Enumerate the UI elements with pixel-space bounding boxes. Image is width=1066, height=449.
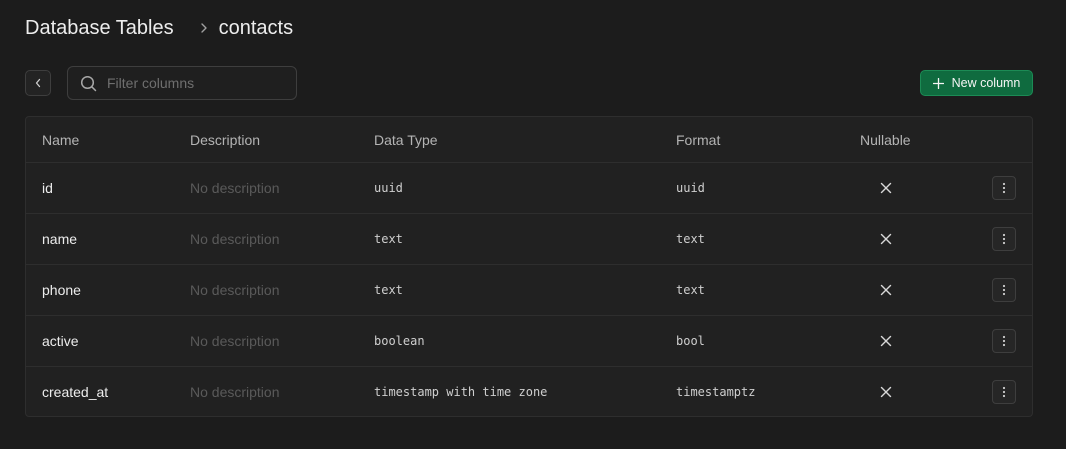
column-description: No description xyxy=(190,282,280,298)
new-column-label: New column xyxy=(951,76,1021,90)
column-name: id xyxy=(42,180,53,196)
chevron-left-icon xyxy=(34,78,42,88)
row-actions xyxy=(992,367,1016,416)
more-vertical-icon[interactable] xyxy=(992,380,1016,404)
table-row: name No description text text xyxy=(26,214,1032,265)
header-data-type: Data Type xyxy=(374,131,438,148)
breadcrumb: Database Tables contacts xyxy=(25,14,293,42)
column-description: No description xyxy=(190,180,280,196)
x-icon xyxy=(879,316,893,366)
column-format: uuid xyxy=(676,181,705,195)
column-description: No description xyxy=(190,384,280,400)
column-description: No description xyxy=(190,333,280,349)
table-row: active No description boolean bool xyxy=(26,316,1032,367)
column-name: phone xyxy=(42,282,81,298)
x-icon xyxy=(879,367,893,416)
table-header-row: Name Description Data Type Format Nullab… xyxy=(26,117,1032,163)
row-actions xyxy=(992,163,1016,213)
new-column-button[interactable]: New column xyxy=(920,70,1033,96)
chevron-right-icon xyxy=(200,23,208,33)
column-format: bool xyxy=(676,334,705,348)
more-vertical-icon[interactable] xyxy=(992,227,1016,251)
column-data-type: uuid xyxy=(374,181,403,195)
columns-table: Name Description Data Type Format Nullab… xyxy=(25,116,1033,417)
table-row: created_at No description timestamp with… xyxy=(26,367,1032,416)
search-icon xyxy=(80,75,97,92)
column-name: name xyxy=(42,231,78,247)
x-icon xyxy=(879,214,893,264)
filter-columns-input[interactable] xyxy=(107,71,287,95)
column-format: timestamptz xyxy=(676,385,756,399)
more-vertical-icon[interactable] xyxy=(992,176,1016,200)
header-nullable: Nullable xyxy=(860,131,911,148)
breadcrumb-database-tables[interactable]: Database Tables xyxy=(25,17,174,40)
row-actions xyxy=(992,214,1016,264)
row-actions xyxy=(992,316,1016,366)
column-name: active xyxy=(42,333,79,349)
back-button[interactable] xyxy=(25,70,51,96)
filter-columns-search[interactable] xyxy=(67,66,297,100)
table-editor-page: Database Tables contacts New column Name… xyxy=(0,0,1066,449)
x-icon xyxy=(879,265,893,315)
header-name: Name xyxy=(42,131,80,148)
column-description: No description xyxy=(190,231,280,247)
header-description: Description xyxy=(190,131,261,148)
column-format: text xyxy=(676,283,705,297)
column-data-type: text xyxy=(374,283,403,297)
header-format: Format xyxy=(676,131,721,148)
column-data-type: timestamp with time zone xyxy=(374,385,548,399)
row-actions xyxy=(992,265,1016,315)
column-name: created_at xyxy=(42,384,109,400)
more-vertical-icon[interactable] xyxy=(992,329,1016,353)
column-data-type: boolean xyxy=(374,334,425,348)
plus-icon xyxy=(932,77,944,89)
table-row: phone No description text text xyxy=(26,265,1032,316)
column-data-type: text xyxy=(374,232,403,246)
column-format: text xyxy=(676,232,705,246)
table-row: id No description uuid uuid xyxy=(26,163,1032,214)
more-vertical-icon[interactable] xyxy=(992,278,1016,302)
page-title: contacts xyxy=(218,16,294,39)
x-icon xyxy=(879,163,893,213)
